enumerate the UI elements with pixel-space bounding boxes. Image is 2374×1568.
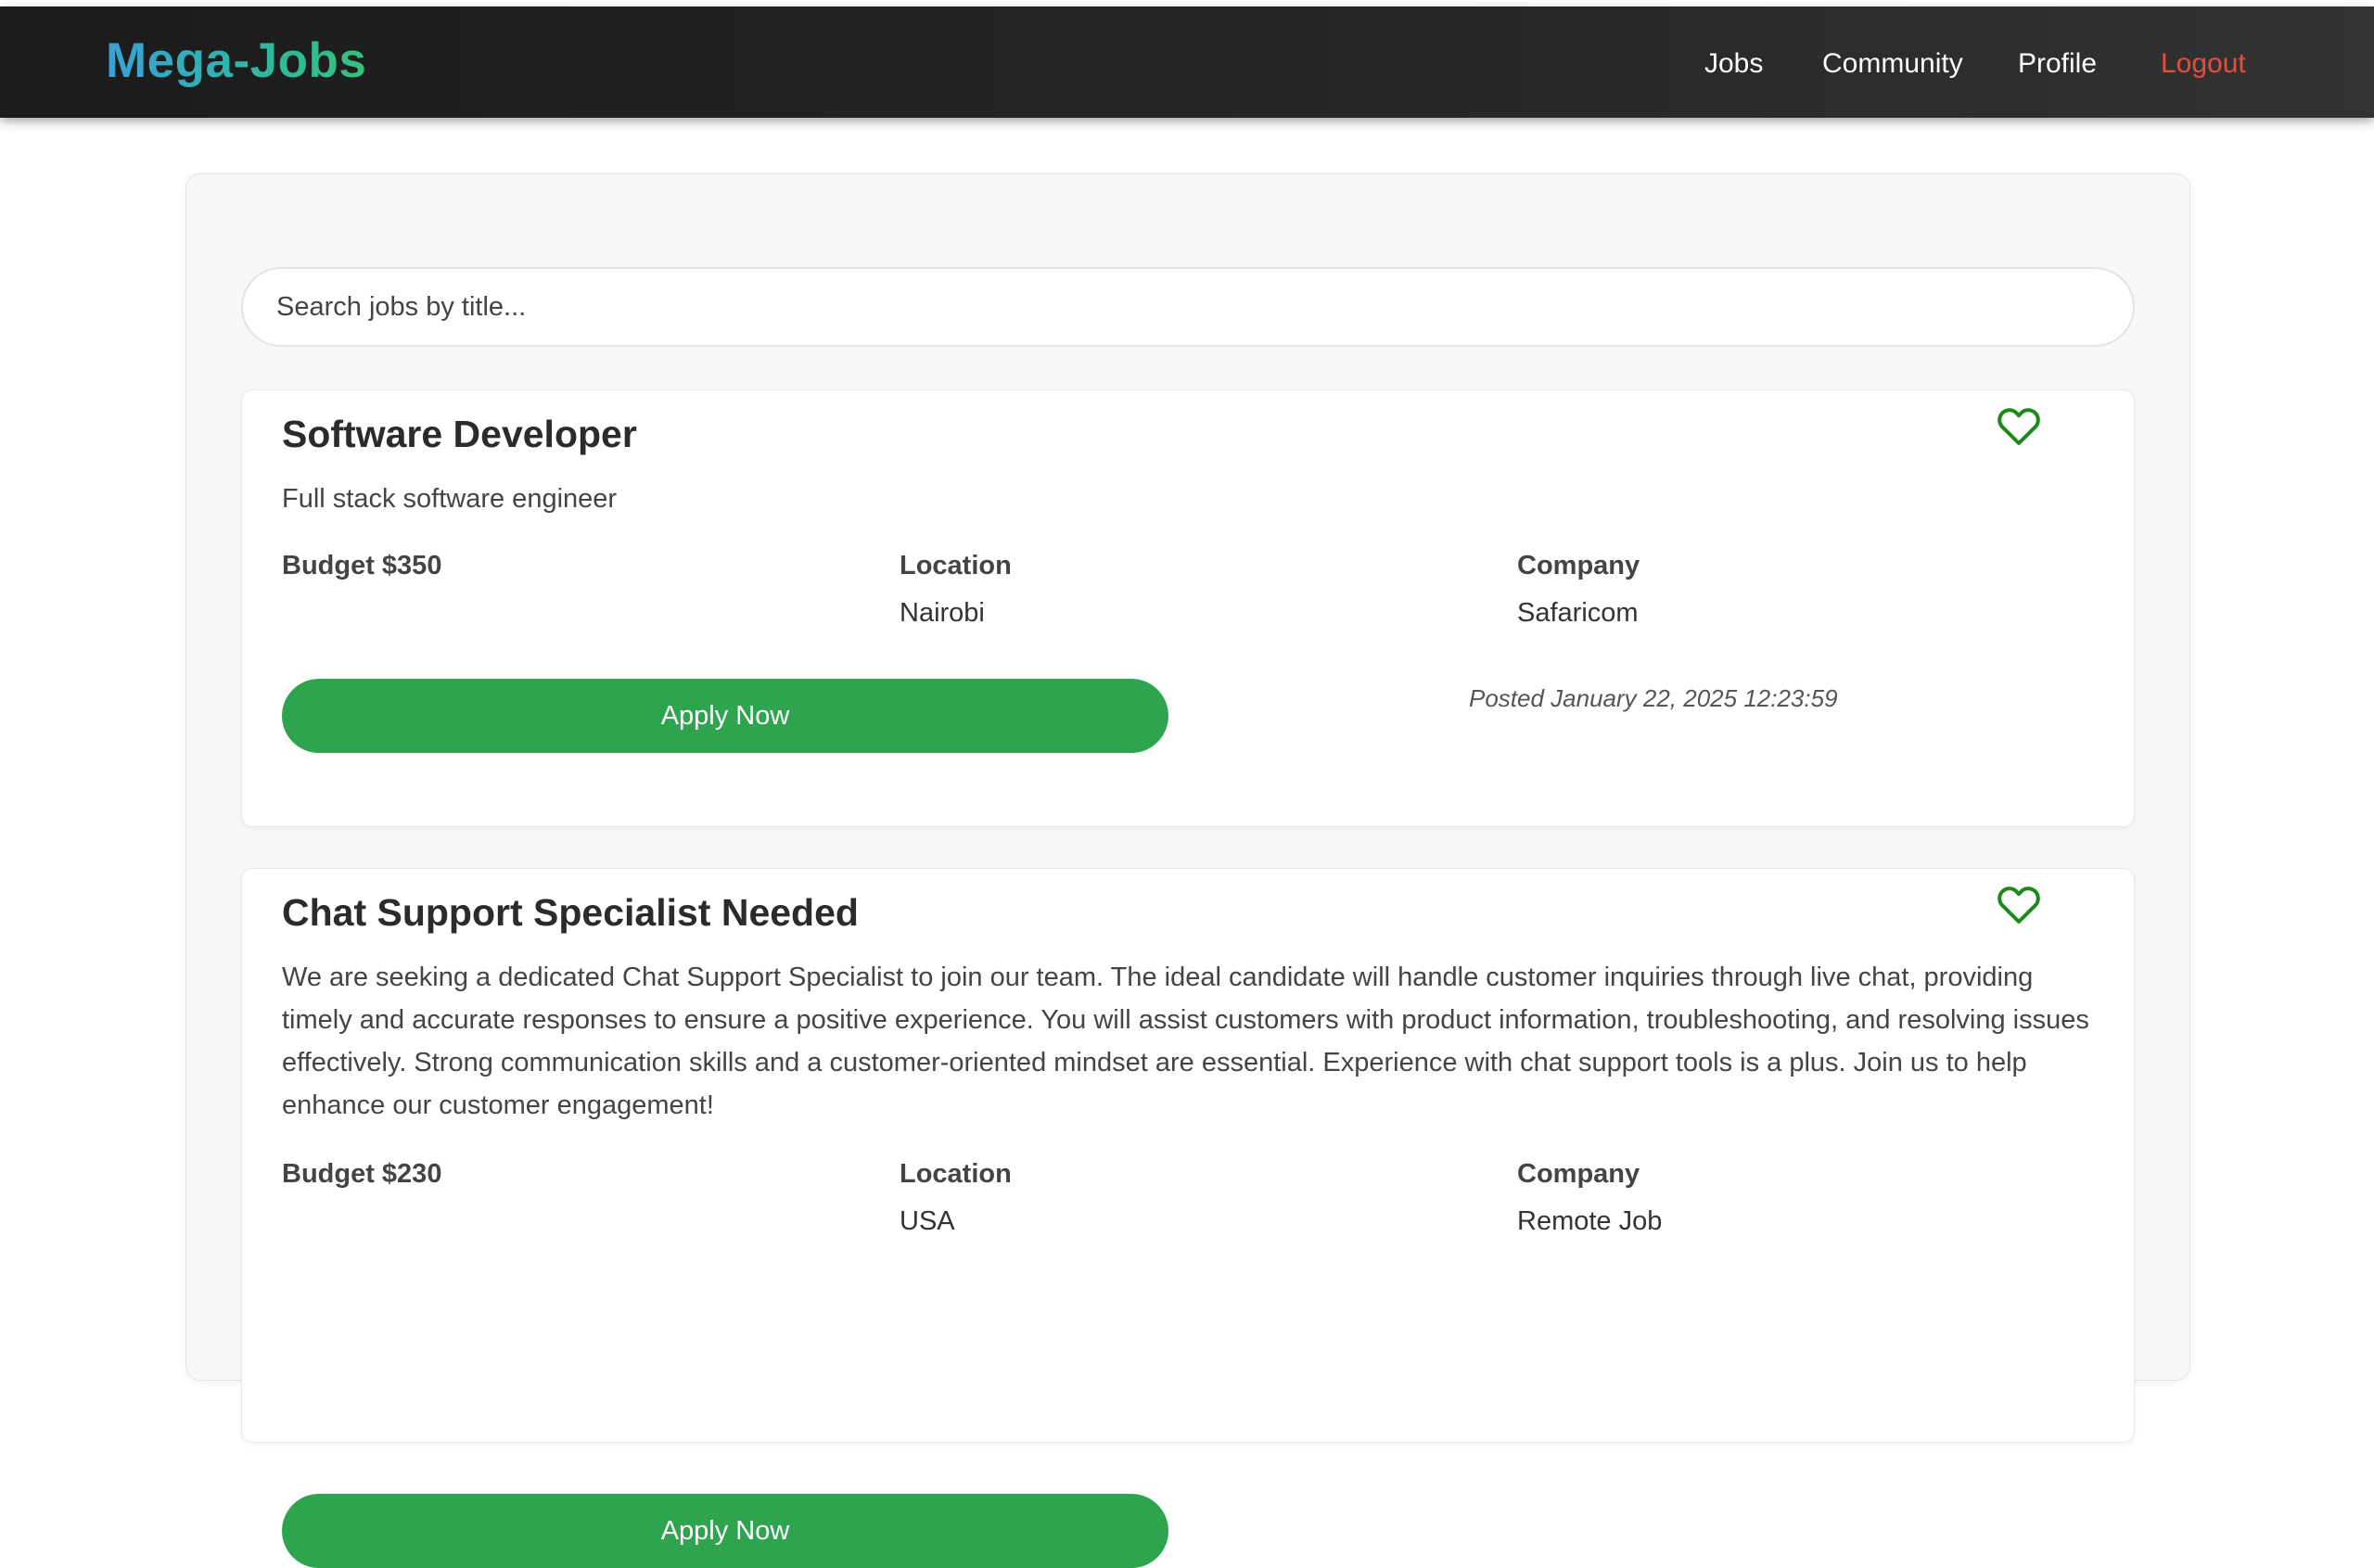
- jobs-panel: Software Developer Full stack software e…: [185, 173, 2190, 1568]
- location-value: Nairobi: [900, 598, 985, 628]
- apply-now-button[interactable]: Apply Now: [282, 679, 1168, 753]
- job-description: We are seeking a dedicated Chat Support …: [282, 962, 2089, 1120]
- nav-community[interactable]: Community: [1822, 48, 1963, 80]
- heart-outline-icon[interactable]: [1997, 884, 2041, 924]
- location-label: Location: [900, 551, 1012, 580]
- nav-jobs[interactable]: Jobs: [1704, 48, 1763, 80]
- brand-logo[interactable]: Mega-Jobs: [106, 32, 366, 89]
- nav-profile[interactable]: Profile: [2018, 48, 2097, 80]
- heart-outline-icon[interactable]: [1997, 405, 2041, 446]
- job-budget: Budget $350: [282, 551, 442, 580]
- location-value: USA: [900, 1206, 955, 1236]
- company-value: Safaricom: [1517, 598, 1639, 628]
- company-label: Company: [1517, 551, 1640, 580]
- job-description: Full stack software engineer: [282, 484, 618, 514]
- top-navbar: Mega-Jobs Jobs Community Profile Logout: [0, 6, 2374, 118]
- company-label: Company: [1517, 1159, 1640, 1189]
- company-value: Remote Job: [1517, 1206, 1663, 1236]
- search-input[interactable]: [241, 267, 2135, 347]
- job-card: Chat Support Specialist Needed We are se…: [241, 868, 2135, 1568]
- job-budget: Budget $230: [282, 1159, 442, 1189]
- job-title: Software Developer: [282, 413, 637, 455]
- apply-now-button[interactable]: Apply Now: [282, 1494, 1168, 1568]
- location-label: Location: [900, 1159, 1012, 1189]
- job-title: Chat Support Specialist Needed: [282, 891, 859, 934]
- job-card: Software Developer Full stack software e…: [241, 389, 2135, 827]
- nav-logout[interactable]: Logout: [2161, 48, 2246, 80]
- posted-timestamp: Posted January 22, 2025 12:23:59: [1469, 684, 1838, 712]
